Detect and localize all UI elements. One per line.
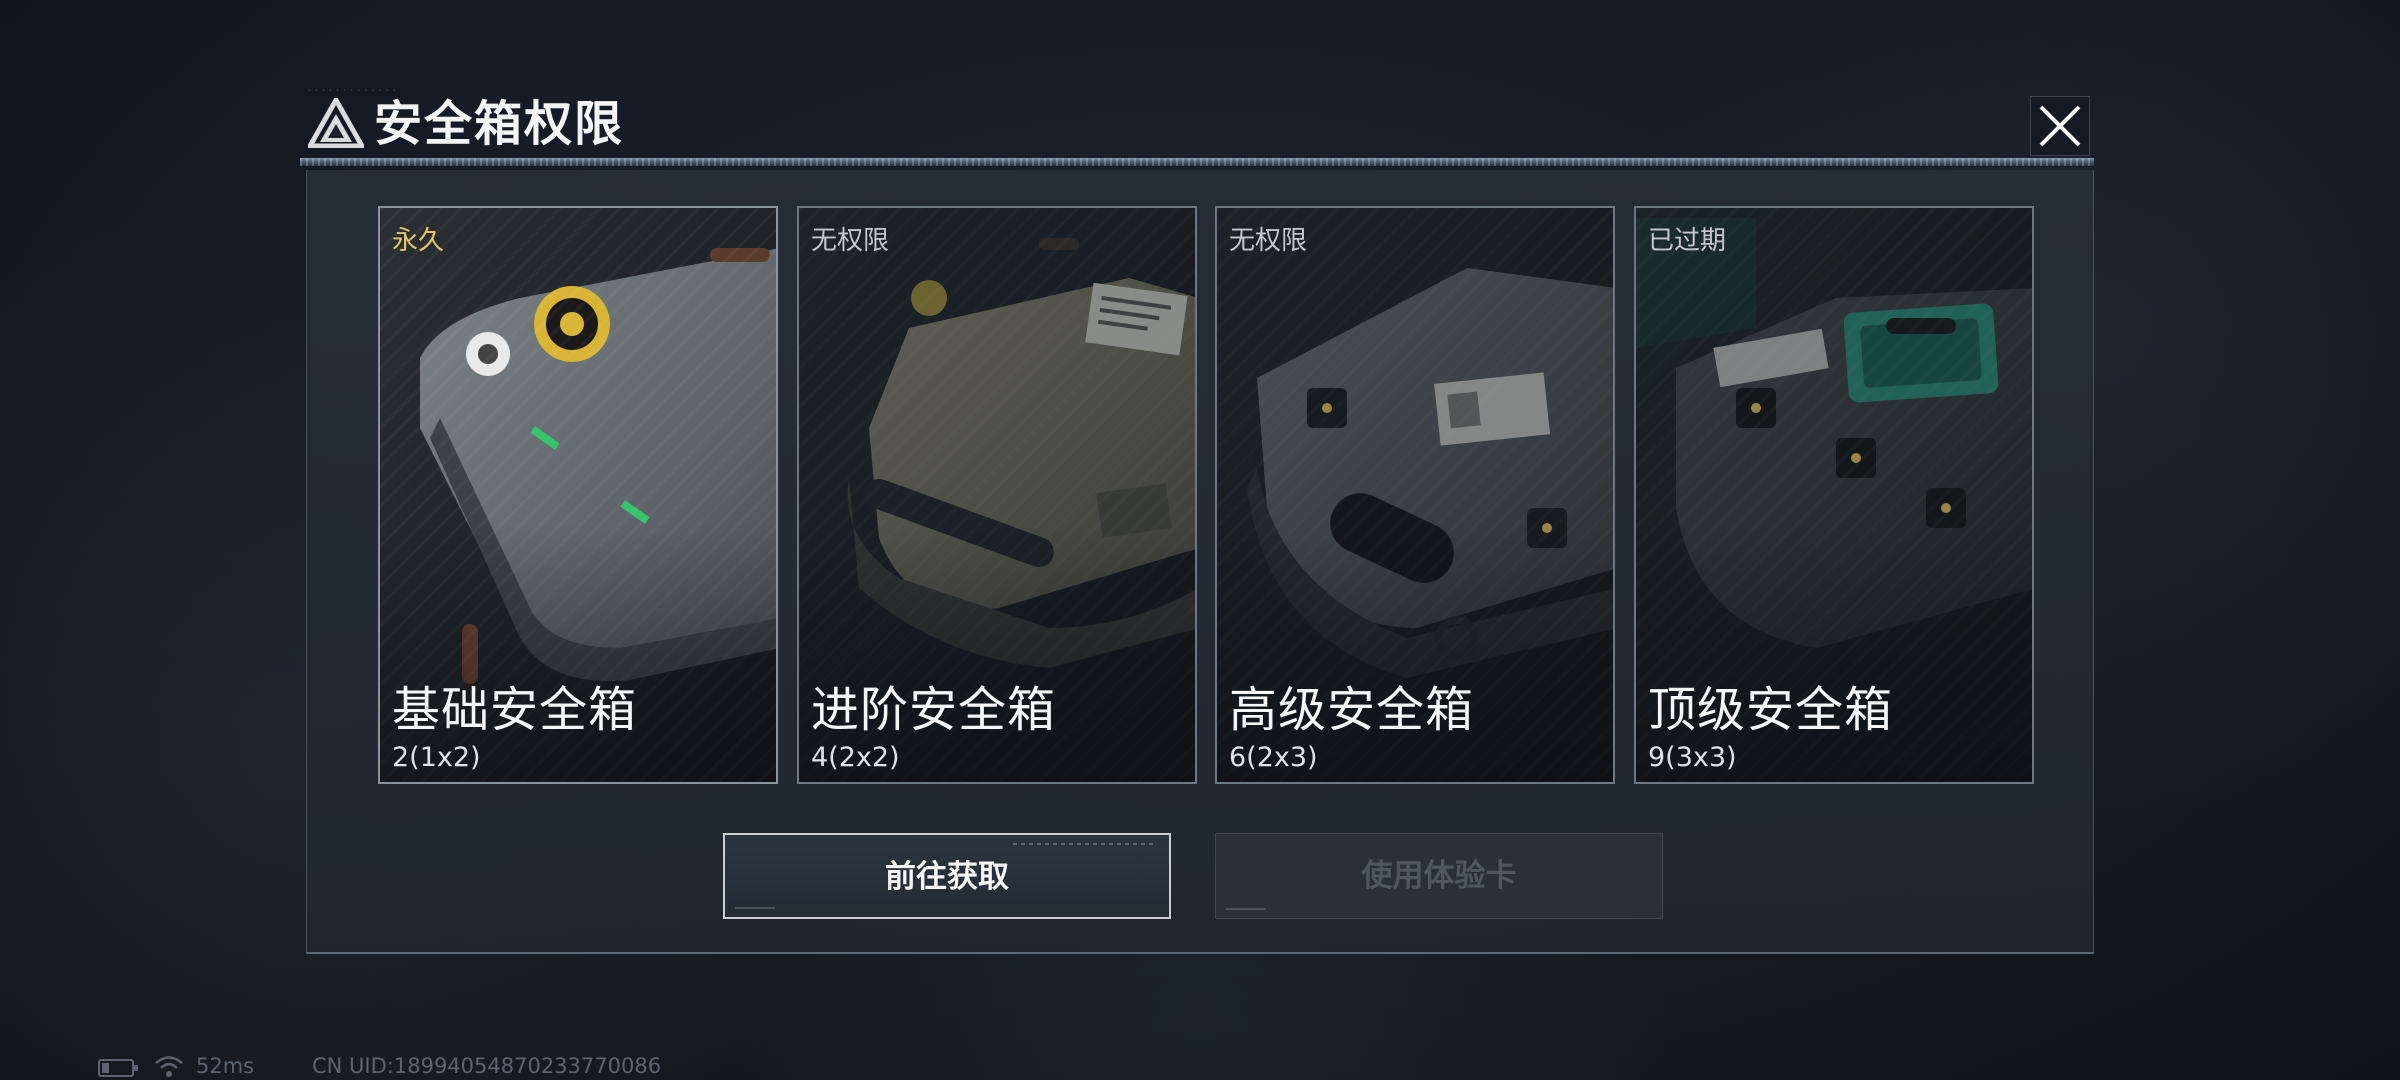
card-capacity: 6(2x3)	[1229, 742, 1318, 773]
card-status: 无权限	[811, 226, 890, 256]
card-name: 高级安全箱	[1229, 682, 1475, 738]
card-status: 无权限	[1229, 226, 1308, 256]
dialog-header: · · · · · · · · · · · · · 安全箱权限	[300, 86, 2094, 160]
header-divider	[300, 158, 2094, 166]
safe-box-card-top[interactable]: 已过期 顶级安全箱 9(3x3)	[1634, 206, 2034, 784]
button-decoration	[735, 907, 775, 909]
button-decoration	[1013, 843, 1153, 845]
card-name: 顶级安全箱	[1648, 682, 1894, 738]
card-status: 永久	[392, 226, 445, 256]
card-name: 基础安全箱	[392, 682, 638, 738]
safe-box-card-premium[interactable]: 无权限 高级安全箱 6(2x3)	[1215, 206, 1615, 784]
dialog-title: 安全箱权限	[374, 96, 625, 152]
triangle-logo-icon	[305, 94, 367, 149]
user-uid: CN UID:18994054870233770086	[312, 1054, 662, 1078]
wifi-icon	[155, 1056, 183, 1077]
use-trial-card-button-label: 使用体验卡	[1361, 858, 1517, 894]
go-obtain-button-label: 前往获取	[885, 859, 1009, 895]
use-trial-card-button[interactable]: 使用体验卡	[1215, 833, 1663, 919]
card-capacity: 9(3x3)	[1648, 742, 1737, 773]
card-capacity: 4(2x2)	[811, 742, 900, 773]
go-obtain-button[interactable]: 前往获取	[723, 833, 1171, 919]
safe-box-card-basic[interactable]: 永久 基础安全箱 2(1x2)	[378, 206, 778, 784]
close-icon	[2039, 105, 2081, 147]
card-capacity: 2(1x2)	[392, 742, 481, 773]
card-name: 进阶安全箱	[811, 682, 1057, 738]
card-status: 已过期	[1648, 226, 1727, 256]
button-decoration	[1226, 908, 1266, 910]
close-button[interactable]	[2030, 96, 2090, 156]
battery-icon	[98, 1059, 138, 1077]
safe-box-card-advanced[interactable]: 无权限 进阶安全箱 4(2x2)	[797, 206, 1197, 784]
ping-readout: 52ms	[196, 1054, 255, 1078]
